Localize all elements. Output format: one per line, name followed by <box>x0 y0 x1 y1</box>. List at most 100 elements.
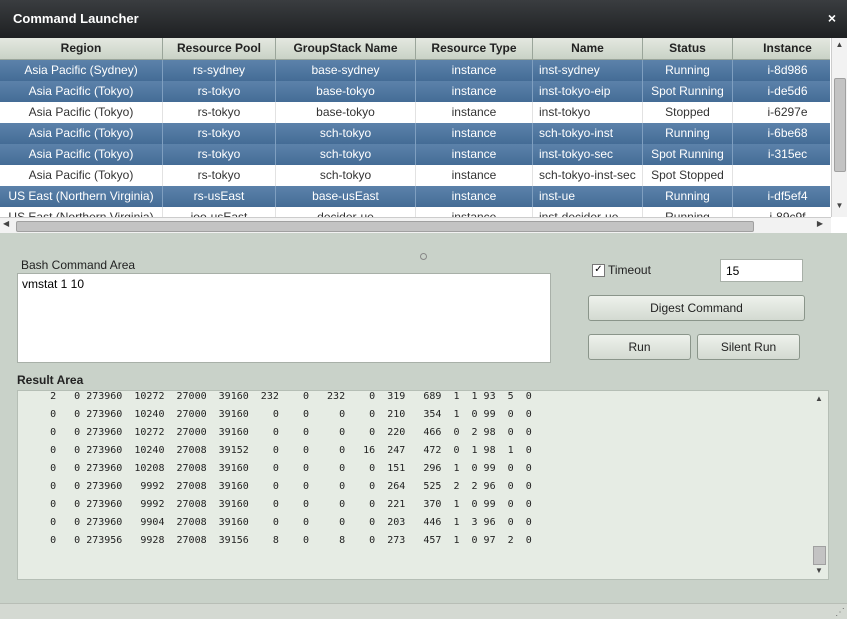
table-row[interactable]: Asia Pacific (Tokyo) rs-tokyo sch-tokyo ins… <box>0 165 830 186</box>
cell-status: Stopped <box>643 102 733 123</box>
splitter-handle-icon[interactable] <box>420 253 427 260</box>
digest-command-button[interactable]: Digest Command <box>588 295 805 321</box>
cell-pool: rs-tokyo <box>163 81 276 102</box>
cell-type: instance <box>416 165 533 186</box>
cell-name: inst-ue <box>533 186 643 207</box>
window-title: Command Launcher <box>13 11 139 26</box>
cell-name: inst-sydney <box>533 60 643 81</box>
table-row[interactable]: US East (Northern Virginia) joo-usEast dec… <box>0 207 830 217</box>
cell-stack: base-tokyo <box>276 102 416 123</box>
column-header[interactable]: Instance <box>733 38 830 59</box>
cell-type: instance <box>416 102 533 123</box>
cell-stack: base-sydney <box>276 60 416 81</box>
scroll-right-icon[interactable]: ▶ <box>817 219 823 228</box>
cell-pool: rs-tokyo <box>163 102 276 123</box>
scroll-up-icon[interactable]: ▲ <box>815 394 823 403</box>
scroll-up-icon[interactable]: ▲ <box>832 40 847 52</box>
cell-pool: rs-tokyo <box>163 123 276 144</box>
cell-pool: rs-tokyo <box>163 165 276 186</box>
column-header[interactable]: Resource Type <box>416 38 533 59</box>
table-row[interactable]: US East (Northern Virginia) rs-usEast base… <box>0 186 830 207</box>
cell-type: instance <box>416 144 533 165</box>
cell-type: instance <box>416 207 533 217</box>
result-output: 2 0 273960 10272 27000 39160 232 0 232 0… <box>50 391 532 546</box>
scroll-thumb[interactable] <box>813 546 826 565</box>
cell-status: Spot Running <box>643 144 733 165</box>
cell-pool: rs-sydney <box>163 60 276 81</box>
table-horizontal-scrollbar[interactable]: ◀ ▶ <box>0 217 831 233</box>
cell-name: sch-tokyo-inst-sec <box>533 165 643 186</box>
cell-stack: sch-tokyo <box>276 123 416 144</box>
table-row[interactable]: Asia Pacific (Tokyo) rs-tokyo base-tokyo in… <box>0 81 830 102</box>
column-header[interactable]: Resource Pool <box>163 38 276 59</box>
instances-table: Region Resource Pool GroupStack Name Resour… <box>0 38 847 233</box>
cell-instance: i-315ec <box>733 144 830 165</box>
bash-area-label: Bash Command Area <box>21 258 136 272</box>
cell-name: inst-tokyo <box>533 102 643 123</box>
scroll-down-icon[interactable]: ▼ <box>815 566 823 575</box>
cell-instance: i-6297e <box>733 102 830 123</box>
cell-type: instance <box>416 186 533 207</box>
cell-stack: sch-tokyo <box>276 165 416 186</box>
result-area-label: Result Area <box>17 373 84 387</box>
cell-stack: base-usEast <box>276 186 416 207</box>
cell-pool: rs-usEast <box>163 186 276 207</box>
cell-pool: joo-usEast <box>163 207 276 217</box>
cell-status: Spot Running <box>643 81 733 102</box>
cell-status: Spot Stopped <box>643 165 733 186</box>
cell-region: Asia Pacific (Tokyo) <box>0 123 163 144</box>
cell-stack: base-tokyo <box>276 81 416 102</box>
cell-pool: rs-tokyo <box>163 144 276 165</box>
timeout-checkbox[interactable]: ✓ <box>592 264 605 277</box>
scroll-thumb[interactable] <box>834 78 846 172</box>
cell-region: Asia Pacific (Tokyo) <box>0 102 163 123</box>
cell-region: Asia Pacific (Tokyo) <box>0 81 163 102</box>
bash-command-input[interactable]: vmstat 1 10 <box>17 273 551 363</box>
cell-region: Asia Pacific (Sydney) <box>0 60 163 81</box>
scroll-thumb[interactable] <box>16 221 754 232</box>
table-row[interactable]: Asia Pacific (Tokyo) rs-tokyo base-tokyo in… <box>0 102 830 123</box>
cell-instance: i-de5d6 <box>733 81 830 102</box>
check-icon: ✓ <box>594 264 603 275</box>
scroll-down-icon[interactable]: ▼ <box>832 201 847 213</box>
cell-status: Running <box>643 123 733 144</box>
cell-name: inst-tokyo-eip <box>533 81 643 102</box>
table-header: Region Resource Pool GroupStack Name Resour… <box>0 38 830 60</box>
cell-status: Running <box>643 186 733 207</box>
timeout-label: Timeout <box>608 263 651 277</box>
cell-instance: i-df5ef4 <box>733 186 830 207</box>
column-header[interactable]: Region <box>0 38 163 59</box>
result-scrollbar[interactable]: ▲ ▼ <box>812 390 828 580</box>
timeout-input[interactable] <box>720 259 803 282</box>
column-header[interactable]: GroupStack Name <box>276 38 416 59</box>
column-header[interactable]: Name <box>533 38 643 59</box>
cell-status: Running <box>643 207 733 217</box>
cell-region: US East (Northern Virginia) <box>0 207 163 217</box>
status-bar: ⋰ <box>0 603 847 619</box>
cell-region: US East (Northern Virginia) <box>0 186 163 207</box>
table-row[interactable]: Asia Pacific (Sydney) rs-sydney base-sydne… <box>0 60 830 81</box>
cell-instance: i-89c9f <box>733 207 830 217</box>
cell-instance: i-8d986 <box>733 60 830 81</box>
cell-type: instance <box>416 81 533 102</box>
table-body: Asia Pacific (Sydney) rs-sydney base-sydne… <box>0 60 830 217</box>
column-header[interactable]: Status <box>643 38 733 59</box>
table-vertical-scrollbar[interactable]: ▲ ▼ <box>831 38 847 217</box>
silent-run-button[interactable]: Silent Run <box>697 334 800 360</box>
cell-region: Asia Pacific (Tokyo) <box>0 165 163 186</box>
result-area: 2 0 273960 10272 27000 39160 232 0 232 0… <box>17 390 829 580</box>
close-icon[interactable]: × <box>828 10 836 26</box>
cell-stack: decider-ue <box>276 207 416 217</box>
cell-name: inst-tokyo-sec <box>533 144 643 165</box>
cell-name: inst-decider-ue <box>533 207 643 217</box>
cell-stack: sch-tokyo <box>276 144 416 165</box>
cell-status: Running <box>643 60 733 81</box>
table-row[interactable]: Asia Pacific (Tokyo) rs-tokyo sch-tokyo ins… <box>0 123 830 144</box>
scroll-left-icon[interactable]: ◀ <box>3 219 9 228</box>
cell-type: instance <box>416 60 533 81</box>
cell-region: Asia Pacific (Tokyo) <box>0 144 163 165</box>
resize-grip-icon[interactable]: ⋰ <box>835 607 845 618</box>
table-row[interactable]: Asia Pacific (Tokyo) rs-tokyo sch-tokyo ins… <box>0 144 830 165</box>
run-button[interactable]: Run <box>588 334 691 360</box>
cell-type: instance <box>416 123 533 144</box>
